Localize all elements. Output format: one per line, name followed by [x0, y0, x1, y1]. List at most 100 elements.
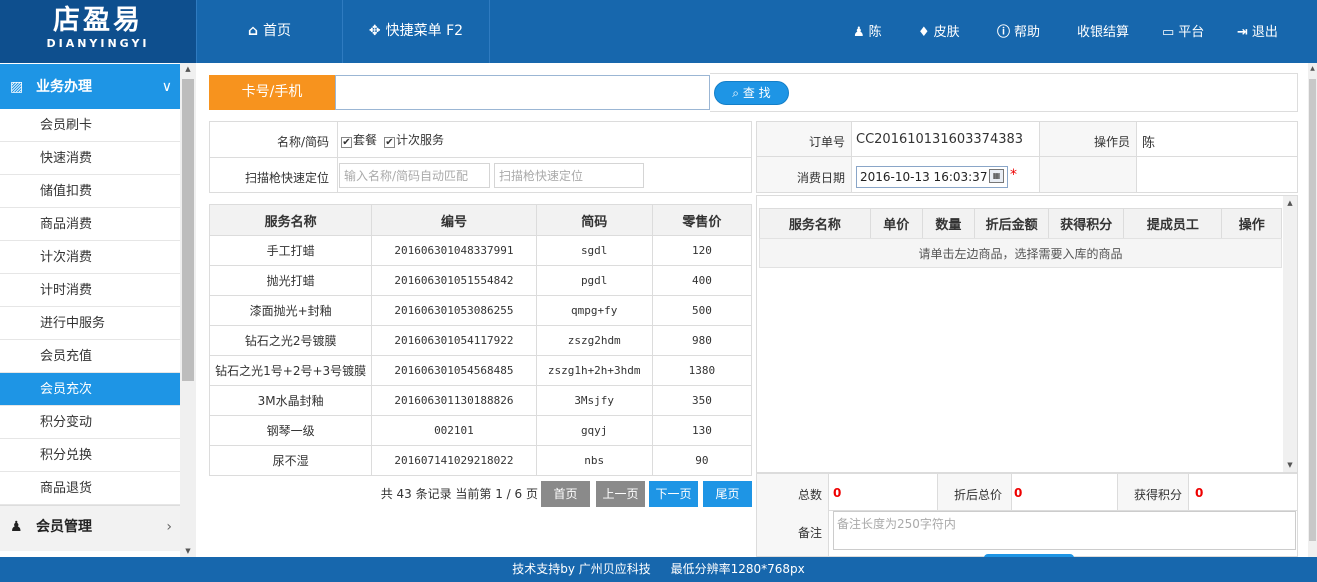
checkbox-package[interactable]: ✔: [341, 137, 352, 148]
service-cell: 350: [651, 385, 753, 416]
service-cell: 钻石之光2号镀膜: [208, 325, 373, 356]
service-column-header[interactable]: 零售价: [651, 204, 753, 236]
service-column-header[interactable]: 服务名称: [208, 204, 373, 236]
sidebar-item[interactable]: 计次消费: [0, 241, 180, 274]
sidebar-item[interactable]: 进行中服务: [0, 307, 180, 340]
service-row[interactable]: 漆面抛光+封釉 201606301053086255 qmpg+fy 500: [208, 295, 753, 326]
sidebar-item[interactable]: 计时消费: [0, 274, 180, 307]
sidebar-item[interactable]: 会员刷卡: [0, 109, 180, 142]
empty-label-cell: [1040, 157, 1137, 192]
scroll-down-icon[interactable]: ▼: [180, 547, 196, 555]
service-cell: nbs: [535, 445, 653, 476]
logo-subtitle: DIANYINGYI: [46, 37, 150, 50]
platform-button[interactable]: ▭ 平台: [1162, 0, 1204, 63]
pager-info: 共 43 条记录 当前第 1 / 6 页: [380, 487, 538, 501]
sidebar-item[interactable]: 积分变动: [0, 406, 180, 439]
service-row[interactable]: 钻石之光2号镀膜 201606301054117922 zszg2hdm 980: [208, 325, 753, 356]
logo-title: 店盈易: [53, 5, 143, 36]
sidebar-item[interactable]: 快速消费: [0, 142, 180, 175]
card-input[interactable]: [335, 75, 710, 110]
cart-scrollbar[interactable]: ▲ ▼: [1283, 196, 1297, 472]
service-row[interactable]: 3M水晶封釉 201606301130188826 3Msjfy 350: [208, 385, 753, 416]
service-cell: pgdl: [535, 265, 653, 296]
service-column-header[interactable]: 简码: [535, 204, 653, 236]
service-row[interactable]: 钢琴一级 002101 gqyj 130: [208, 415, 753, 446]
cart-table: 服务名称 单价 数量 折后金额 获得积分 提成员工 操作: [759, 208, 1282, 239]
service-column-header[interactable]: 编号: [371, 204, 537, 236]
service-cell: qmpg+fy: [535, 295, 653, 326]
option-times-label: 计次服务: [396, 133, 445, 147]
user-icon: ♟: [10, 519, 23, 535]
checkout-button[interactable]: 收银结算: [1077, 0, 1129, 63]
service-cell: zszg1h+2h+3hdm: [535, 355, 653, 386]
required-mark: *: [1010, 167, 1017, 183]
logout-button[interactable]: ⇥ 退出: [1237, 0, 1278, 63]
scroll-up-icon[interactable]: ▲: [1308, 65, 1317, 72]
service-row[interactable]: 抛光打蜡 201606301051554842 pgdl 400: [208, 265, 753, 296]
nav-home[interactable]: ⌂ 首页: [196, 0, 343, 63]
footer-support: 技术支持by 广州贝应科技: [512, 562, 651, 576]
total-label: 总数: [798, 488, 823, 502]
monitor-icon: ▭: [1162, 25, 1175, 40]
page-scroll-thumb[interactable]: [1309, 79, 1316, 541]
section-members-label: 会员管理: [36, 519, 92, 535]
discount-total-label: 折后总价: [954, 488, 1003, 502]
service-row[interactable]: 钻石之光1号+2号+3号镀膜 201606301054568485 zszg1h+2…: [208, 355, 753, 386]
first-page-button[interactable]: 首页: [541, 481, 590, 507]
service-cell: 500: [651, 295, 753, 326]
service-cell: 90: [651, 445, 753, 476]
service-cell: zszg2hdm: [535, 325, 653, 356]
sidebar-scroll-thumb[interactable]: [182, 79, 194, 381]
option-package-label: 套餐: [353, 133, 378, 147]
service-table-header: 服务名称 编号 简码 零售价: [208, 204, 753, 236]
search-button[interactable]: ⌕ 查 找: [714, 81, 789, 105]
service-cell: 3Msjfy: [535, 385, 653, 416]
sidebar-item[interactable]: 积分兑换: [0, 439, 180, 472]
card-label: 卡号/手机: [209, 75, 335, 110]
sidebar-item[interactable]: 会员充次: [0, 373, 180, 406]
scroll-up-icon[interactable]: ▲: [1283, 199, 1297, 207]
sidebar-item[interactable]: 会员充值: [0, 340, 180, 373]
cart-column-header: 提成员工: [1123, 208, 1223, 239]
service-row[interactable]: 尿不湿 201607141029218022 nbs 90: [208, 445, 753, 476]
nav-quick-menu[interactable]: ✥ 快捷菜单 F2: [343, 0, 490, 63]
search-icon: ⌕: [732, 86, 740, 100]
order-no-label: 订单号: [808, 135, 845, 149]
name-search-input[interactable]: [339, 163, 490, 188]
date-input[interactable]: [856, 166, 1008, 188]
sidebar-section-members[interactable]: ♟ 会员管理 ›: [0, 505, 180, 551]
sidebar-item[interactable]: 商品消费: [0, 208, 180, 241]
service-cell: 980: [651, 325, 753, 356]
sidebar-item[interactable]: 储值扣费: [0, 175, 180, 208]
page-scrollbar[interactable]: ▲: [1308, 63, 1317, 557]
option-times[interactable]: ✔ 计次服务: [384, 131, 444, 148]
prev-page-button[interactable]: 上一页: [596, 481, 645, 507]
sidebar-item[interactable]: 商品退货: [0, 472, 180, 505]
service-cell: 201606301048337991: [371, 235, 537, 266]
help-button[interactable]: ⓘ 帮助: [997, 0, 1040, 63]
sidebar-scrollbar[interactable]: ▲ ▼: [180, 63, 196, 557]
calendar-icon[interactable]: ▦: [989, 169, 1004, 183]
checkbox-times[interactable]: ✔: [384, 137, 395, 148]
option-package[interactable]: ✔ 套餐: [341, 131, 377, 148]
remark-input[interactable]: [833, 511, 1296, 550]
user-menu[interactable]: ♟ 陈: [853, 0, 882, 63]
scroll-up-icon[interactable]: ▲: [180, 65, 196, 73]
skin-button[interactable]: ♦ 皮肤: [918, 0, 960, 63]
service-row[interactable]: 手工打蜡 201606301048337991 sgdl 120: [208, 235, 753, 266]
logo[interactable]: 店盈易 DIANYINGYI: [0, 0, 196, 63]
order-no-value: CC201610131603374383: [856, 132, 1024, 147]
service-cell: 钢琴一级: [208, 415, 373, 446]
sidebar-section-business[interactable]: ▨ 业务办理 ∨: [0, 63, 180, 109]
cart-empty-message: 请单击左边商品，选择需要入库的商品: [759, 238, 1282, 268]
scan-input[interactable]: [494, 163, 644, 188]
chevron-right-icon: ›: [166, 519, 172, 535]
service-cell: 钻石之光1号+2号+3号镀膜: [208, 355, 373, 386]
cart-column-header: 数量: [921, 208, 976, 239]
next-page-button[interactable]: 下一页: [649, 481, 698, 507]
scroll-down-icon[interactable]: ▼: [1283, 461, 1297, 469]
operator-cell: [1137, 122, 1297, 157]
last-page-button[interactable]: 尾页: [703, 481, 752, 507]
service-cell: sgdl: [535, 235, 653, 266]
operator-label: 操作员: [1093, 135, 1130, 149]
